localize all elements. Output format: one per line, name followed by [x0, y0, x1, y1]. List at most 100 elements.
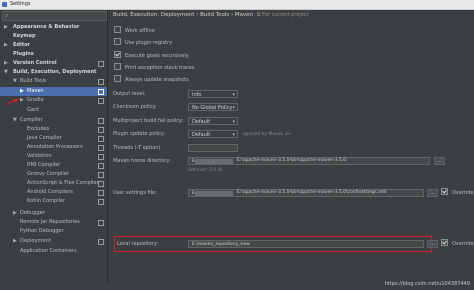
checksum-policy-select[interactable]: No Global Policy ▾ — [188, 103, 238, 111]
checkbox-box[interactable] — [114, 38, 121, 45]
project-scope-icon — [98, 61, 104, 67]
sidebar-item-label: Excludes — [27, 126, 50, 132]
project-scope-icon — [98, 190, 104, 196]
sidebar-item-android-compilers[interactable]: Android Compilers — [0, 188, 107, 197]
plugin-update-policy-value: Default — [192, 132, 211, 138]
output-level-value: Info — [192, 92, 202, 98]
sidebar-item-label: Keymap — [13, 33, 36, 39]
output-level-select[interactable]: Info ▾ — [188, 90, 238, 98]
threads-label: Threads (-T option) — [113, 145, 161, 151]
collapse-arrow-icon[interactable]: ▼ — [13, 77, 17, 86]
checkbox-box[interactable] — [441, 239, 448, 246]
plugin-update-policy-select[interactable]: Default ▾ — [188, 130, 238, 138]
checkbox-label: Work offline — [125, 28, 155, 34]
sidebar-item-debugger[interactable]: ▶ Debugger — [0, 209, 107, 218]
user-settings-override-checkbox[interactable]: Override — [441, 188, 474, 197]
collapse-arrow-icon[interactable]: ▼ — [13, 116, 17, 125]
sidebar-item-groovy-compiler[interactable]: Groovy Compiler — [0, 170, 107, 179]
project-scope-icon — [98, 239, 104, 245]
sidebar-item-java-compiler[interactable]: Java Compiler — [0, 134, 107, 143]
redacted-path — [195, 159, 233, 164]
multiproject-fail-policy-label: Multiproject build fail policy: — [113, 118, 184, 124]
app-icon — [2, 2, 7, 7]
sidebar-item-rmi-compiler[interactable]: RMI Compiler — [0, 161, 107, 170]
local-repository-input[interactable]: E:\maven_repository_new — [188, 240, 424, 248]
plugin-update-policy-label: Plugin update policy: — [113, 131, 166, 137]
checkbox-label: Use plugin registry — [125, 40, 173, 46]
sidebar-item-version-control[interactable]: ▶ Version Control — [0, 59, 107, 68]
sidebar-item-actionscript-flex-compiler[interactable]: ActionScript & Flex Compiler — [0, 179, 107, 188]
checkbox-box[interactable] — [114, 63, 121, 70]
checkbox-label: Print exception stack traces — [125, 65, 195, 71]
chevron-down-icon: ▾ — [232, 119, 235, 125]
checkbox-box[interactable] — [114, 75, 121, 82]
sidebar-item-validation[interactable]: Validation — [0, 152, 107, 161]
maven-home-browse-button[interactable]: ... — [434, 157, 445, 165]
collapse-arrow-icon[interactable]: ▼ — [4, 68, 8, 77]
sidebar-item-label: Android Compilers — [27, 189, 74, 195]
project-scope-icon — [98, 163, 104, 169]
sidebar-item-build-tools[interactable]: ▼ Build Tools — [0, 77, 107, 86]
expand-arrow-icon[interactable]: ▶ — [13, 237, 17, 246]
window-title: Settings — [10, 1, 31, 7]
sidebar-item-appearance[interactable]: ▶ Appearance & Behavior — [0, 23, 107, 32]
checkbox-box[interactable] — [114, 51, 121, 58]
checkbox-box[interactable] — [441, 188, 448, 195]
project-scope-icon — [98, 89, 104, 95]
project-scope-icon — [98, 199, 104, 205]
local-repository-override-checkbox[interactable]: Override — [441, 239, 474, 248]
sidebar-item-label: Deployment — [20, 238, 51, 244]
sidebar-item-label: Build, Execution, Deployment — [13, 69, 97, 75]
sidebar-item-label: Editor — [13, 42, 30, 48]
project-scope-note: ⧉ For current project — [256, 12, 309, 18]
use-plugin-registry-checkbox[interactable]: Use plugin registry — [114, 38, 173, 47]
expand-arrow-icon[interactable]: ▶ — [4, 41, 8, 50]
project-scope-icon — [98, 220, 104, 226]
sidebar-item-deployment[interactable]: ▶ Deployment — [0, 237, 107, 246]
sidebar-item-remote-jar-repositories[interactable]: Remote Jar Repositories — [0, 218, 107, 227]
checkbox-label: Always update snapshots — [125, 77, 189, 83]
checksum-policy-value: No Global Policy — [192, 105, 233, 111]
multiproject-fail-policy-select[interactable]: Default ▾ — [188, 117, 238, 125]
always-update-snapshots-checkbox[interactable]: Always update snapshots — [114, 75, 189, 84]
print-exception-stack-traces-checkbox[interactable]: Print exception stack traces — [114, 63, 195, 72]
sidebar-item-annotation-processors[interactable]: Annotation Processors — [0, 143, 107, 152]
sidebar-item-editor[interactable]: ▶ Editor — [0, 41, 107, 50]
plugin-update-hint: ignored by Maven 3+ — [243, 132, 292, 137]
sidebar-item-plugins[interactable]: Plugins — [0, 50, 107, 59]
checkbox-box[interactable] — [114, 26, 121, 33]
expand-arrow-icon[interactable]: ▶ — [13, 209, 17, 218]
expand-arrow-icon[interactable]: ▶ — [20, 87, 24, 96]
execute-goals-recursively-checkbox[interactable]: Execute goals recursively — [114, 51, 189, 60]
local-repository-label: Local repository: — [117, 241, 159, 247]
sidebar-item-excludes[interactable]: Excludes — [0, 125, 107, 134]
sidebar-item-label: Appearance & Behavior — [13, 24, 80, 30]
expand-arrow-icon[interactable]: ▶ — [20, 96, 24, 105]
sidebar-item-python-debugger[interactable]: Python Debugger — [0, 227, 107, 236]
sidebar-item-kotlin-compiler[interactable]: Kotlin Compiler — [0, 197, 107, 206]
work-offline-checkbox[interactable]: Work offline — [114, 26, 155, 35]
sidebar-item-gant[interactable]: Gant — [0, 106, 107, 115]
annotation-arrow-icon — [4, 99, 18, 105]
sidebar-item-label: Annotation Processors — [27, 144, 83, 150]
sidebar-item-label: Compiler — [20, 117, 43, 123]
title-bar: Settings — [0, 0, 474, 10]
project-scope-icon — [98, 145, 104, 151]
threads-input[interactable] — [188, 144, 238, 152]
sidebar-item-application-containers[interactable]: Application Containers — [0, 247, 107, 256]
sidebar-item-compiler[interactable]: ▼ Compiler — [0, 116, 107, 125]
sidebar-item-maven[interactable]: ▶ Maven — [0, 87, 107, 96]
sidebar-item-build-execution-deployment[interactable]: ▼ Build, Execution, Deployment — [0, 68, 107, 77]
expand-arrow-icon[interactable]: ▶ — [4, 23, 8, 32]
sidebar-item-label: Debugger — [20, 210, 45, 216]
sidebar-item-keymap[interactable]: Keymap — [0, 32, 107, 41]
local-repository-browse-button[interactable]: ... — [427, 240, 438, 248]
sidebar-item-label: RMI Compiler — [27, 162, 61, 168]
user-settings-browse-button[interactable]: ... — [427, 189, 438, 197]
breadcrumb-path: Build, Execution, Deployment › Build Too… — [113, 12, 254, 18]
settings-search-input[interactable]: ⌕ — [2, 11, 107, 21]
chevron-down-icon: ▾ — [232, 105, 235, 111]
sidebar-item-label: Python Debugger — [20, 228, 64, 234]
expand-arrow-icon[interactable]: ▶ — [4, 59, 8, 68]
sidebar-item-label: Gant — [27, 107, 40, 113]
